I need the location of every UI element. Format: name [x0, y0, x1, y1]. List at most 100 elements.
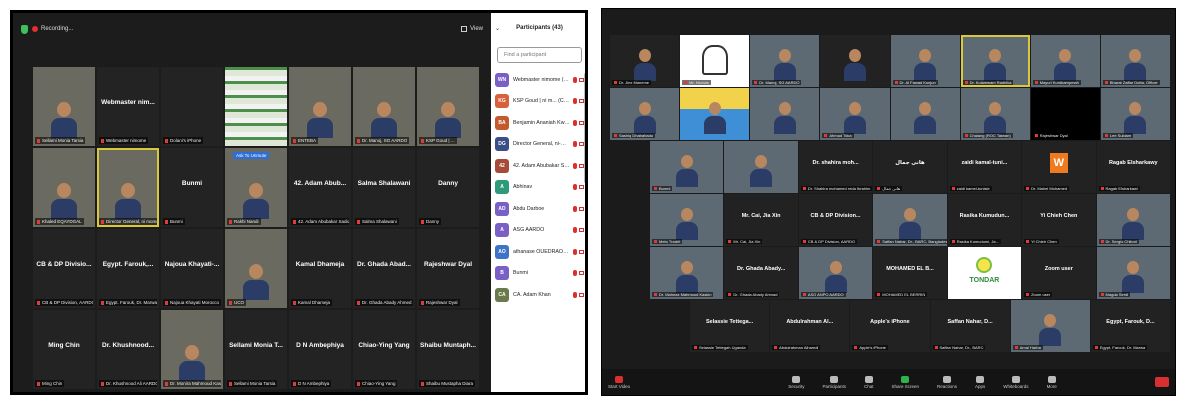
video-tile[interactable]: Dr. Sergio Chitoni [1096, 194, 1170, 246]
video-tile[interactable]: Dr. Manoj, SG AARDO [750, 35, 820, 87]
video-tile[interactable]: CB & DP Division... CB & DP Division, AAR… [798, 194, 873, 246]
apps-button[interactable]: Apps [975, 375, 985, 389]
camera-off-icon[interactable] [579, 249, 584, 254]
video-tile[interactable]: Dr. Al Fawad Kunjun [890, 35, 960, 87]
video-tile[interactable]: Egypt, Farouk, D... Egypt, Farouk, Dr. Ma… [1090, 300, 1171, 352]
video-tile[interactable]: Selassie Tettega... Selassie Tettegah Uga… [690, 300, 770, 352]
video-tile[interactable]: Saffan Nahar, D... Saffan Nahar, Dr., BAR… [930, 300, 1010, 352]
video-tile[interactable]: Bunmi Bunmi [161, 148, 223, 227]
video-tile[interactable]: Ask To Unmute Rakhi Nandi [225, 148, 287, 227]
video-tile[interactable]: Ragab Elsharkawy Ragab Elsharkawi [1096, 141, 1170, 193]
video-tile[interactable]: Sellami Monia Tarsia [33, 67, 95, 146]
video-tile[interactable]: TONDAR [947, 247, 1022, 299]
video-tile[interactable]: Mr. Nichols [680, 35, 750, 87]
video-tile[interactable]: Dr. Manoj, SG AARDO [353, 67, 415, 146]
video-tile[interactable]: Dolani's iPhone [161, 67, 223, 146]
video-tile[interactable]: Danny Danny [417, 148, 479, 227]
mic-muted-icon[interactable] [573, 270, 577, 277]
video-tile[interactable]: Khaled EQAYDGAL [33, 148, 95, 227]
video-tile[interactable]: Dr. Ghada Abady... Dr. Ghada Abady Ahmad [724, 247, 798, 299]
chevron-down-icon[interactable]: ⌄ [495, 25, 500, 32]
participant-row[interactable]: A ASG AARDO [491, 220, 585, 242]
video-off-button[interactable]: Start Video [608, 375, 630, 389]
video-tile[interactable]: Dr. Kulamwam Radhika [960, 35, 1030, 87]
mic-muted-icon[interactable] [573, 141, 577, 148]
camera-off-icon[interactable] [579, 292, 584, 297]
video-tile[interactable]: Ming Chin Ming Chin [33, 310, 95, 389]
video-tile[interactable]: Yi Chieh Chen Yi Chieh Chen [1022, 194, 1096, 246]
video-tile[interactable] [820, 35, 890, 87]
video-tile[interactable]: Najoua Khayati-... Najoua Khayati Morocco [161, 229, 223, 308]
video-tile[interactable]: Salma Shalawani Salma Shalawani [353, 148, 415, 227]
mic-muted-icon[interactable] [573, 205, 577, 212]
video-tile[interactable]: zaidi kamal-tuni... zaidi kamel-tunisie [947, 141, 1022, 193]
share-screen-button[interactable]: Share Screen [891, 375, 919, 389]
video-tile[interactable]: Sellami Monia T... Sellami Monia Tarsia [225, 310, 287, 389]
video-tile[interactable]: KSP Goud | ... [417, 67, 479, 146]
video-tile[interactable]: Bharat Zaffar Dutta, Officer [1100, 35, 1170, 87]
video-tile[interactable]: Sashiq Dhabahadu [610, 88, 680, 140]
video-tile[interactable]: Dr. Ghada Abad... Dr. Ghada Abady Ahmed [353, 229, 415, 308]
participant-row[interactable]: BA Benjamin Ananiah Kwambo [491, 112, 585, 134]
video-tile[interactable]: هانى جمال هانى جمال [873, 141, 947, 193]
camera-off-icon[interactable] [579, 271, 584, 276]
mic-muted-icon[interactable] [573, 76, 577, 83]
mic-muted-icon[interactable] [573, 184, 577, 191]
video-tile[interactable]: Director General, ni momo [97, 148, 159, 227]
participant-row[interactable]: AD Abdu Darboe [491, 198, 585, 220]
participants-scrollbar[interactable] [584, 73, 585, 183]
reactions-button[interactable]: Reactions [937, 375, 957, 389]
whiteboard-button[interactable]: Whiteboards [1003, 375, 1029, 389]
video-tile[interactable] [724, 141, 798, 193]
end-meeting-button[interactable] [1155, 377, 1169, 387]
video-tile[interactable]: Dr. Khushnood... Dr. Khushnood Ali AARDO [97, 310, 159, 389]
video-tile[interactable]: Rajeshwar Dyal Rajeshwar Dyal [417, 229, 479, 308]
video-tile[interactable]: Amal Harba [1010, 300, 1090, 352]
participant-row[interactable]: B Bunmi [491, 263, 585, 285]
video-tile[interactable]: Dr. Monira Mahmoud Kaskin [161, 310, 223, 389]
video-tile[interactable]: Zoom user Zoom user [1022, 247, 1096, 299]
view-button[interactable]: View [461, 26, 483, 32]
participant-row[interactable]: 42 42. Adam Abubakar Sadiq (Gu... [491, 155, 585, 177]
participant-row[interactable]: KG KSP Goud | ni m... (Co-Host) [491, 91, 585, 113]
video-tile[interactable]: Shaibu Muntaph... Shaibu Mustapha Diara [417, 310, 479, 389]
video-tile[interactable]: W Dr. Mahel Mohamed [1022, 141, 1096, 193]
participant-row[interactable]: CA CA. Adam Khan [491, 284, 585, 306]
video-tile[interactable]: Egypt. Farouk,... Egypt. Farouk, Dr. Marw… [97, 229, 159, 308]
mic-muted-icon[interactable] [573, 291, 577, 298]
video-tile[interactable]: Apple's iPhone Apple's iPhone [850, 300, 930, 352]
video-tile[interactable]: Bunmi [650, 141, 724, 193]
more-button[interactable]: More [1047, 375, 1057, 389]
participants-button[interactable]: Participants [822, 375, 846, 389]
video-tile[interactable] [680, 88, 750, 140]
video-tile[interactable]: Meto Tradrit [650, 194, 724, 246]
mic-muted-icon[interactable] [573, 162, 577, 169]
video-tile[interactable] [750, 88, 820, 140]
mic-muted-icon[interactable] [573, 248, 577, 255]
video-tile[interactable]: MOHAMED EL B... MOHAMED EL BERRIN [873, 247, 947, 299]
video-tile[interactable]: Lee Suldam [1100, 88, 1170, 140]
video-tile[interactable]: Mr. Cai, Jia Xin Mr. Cai, Jia Xin [724, 194, 798, 246]
shield-button[interactable]: Security [788, 375, 804, 389]
camera-off-icon[interactable] [579, 228, 584, 233]
video-tile[interactable]: D N Ambephiya D N Ambephiya [289, 310, 351, 389]
camera-off-icon[interactable] [579, 185, 584, 190]
video-tile[interactable]: Mayuri Kurdkampmah [1030, 35, 1100, 87]
video-tile[interactable]: Magda Serdi [1096, 247, 1170, 299]
video-tile[interactable]: ENTEBA [289, 67, 351, 146]
participant-row[interactable]: WN Webmaster nimome (Host, me) [491, 69, 585, 91]
video-tile[interactable]: Dr. shahira moh... Dr. Shahira mohamed re… [798, 141, 873, 193]
camera-off-icon[interactable] [579, 206, 584, 211]
video-tile[interactable]: Ahmad Toka [820, 88, 890, 140]
video-tile[interactable]: 42. Adam Abub... 42. Adam Abubakar Sadiq … [289, 148, 351, 227]
participant-search-input[interactable]: Find a participant [497, 47, 582, 63]
video-tile[interactable]: Abdulrahman Al... Abdulrahman Alhamdi [770, 300, 850, 352]
chat-button[interactable]: Chat [864, 375, 873, 389]
video-tile[interactable]: Rajeshwar Dyal [1030, 88, 1100, 140]
video-tile[interactable]: Dr. Mahnaz Mahmoud Kaskin [650, 247, 724, 299]
participant-row[interactable]: DG Director General, ni-mome [491, 134, 585, 156]
mic-muted-icon[interactable] [573, 119, 577, 126]
video-tile[interactable]: Webmaster nim... Webmaster nimome [97, 67, 159, 146]
video-tile[interactable]: Saffan Nahar, Dr., BARC, Bangladesh [873, 194, 947, 246]
video-tile[interactable]: Chiao-Ying Yang Chiao-Ying Yang [353, 310, 415, 389]
